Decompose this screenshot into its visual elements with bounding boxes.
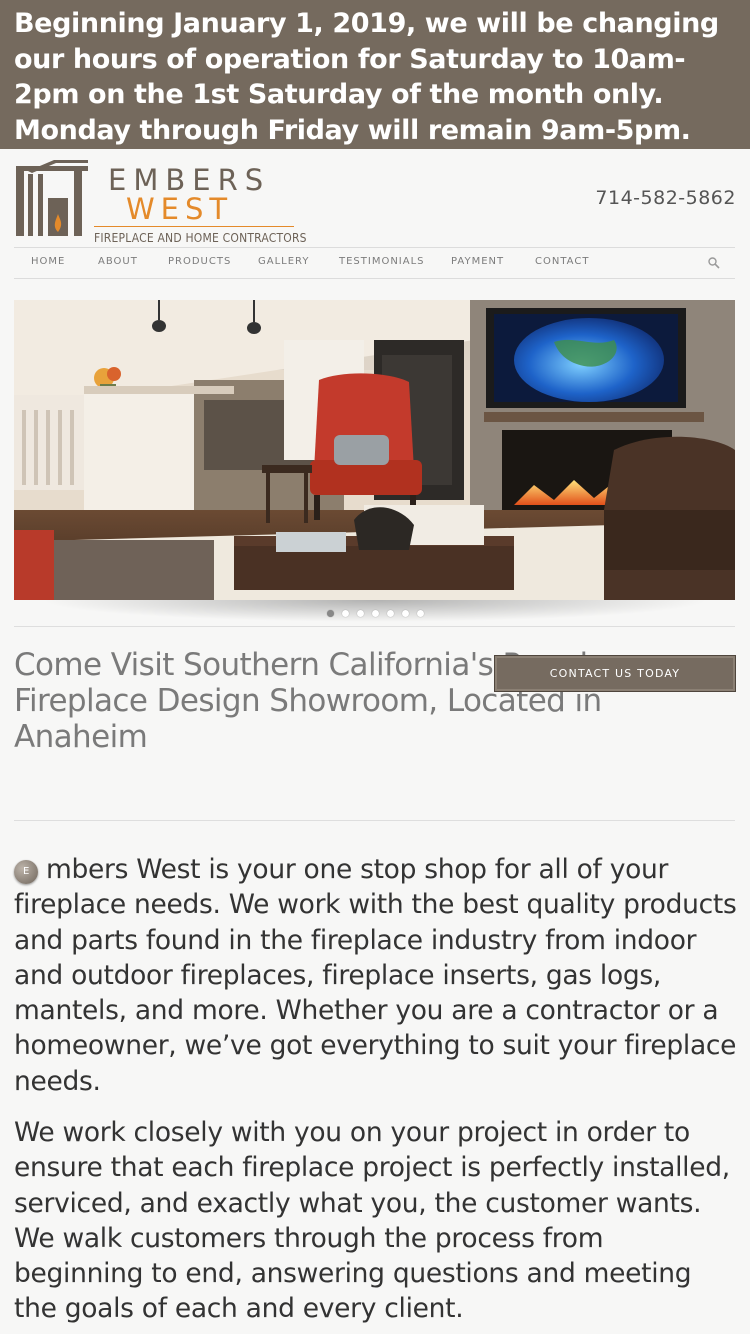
- slider-dot[interactable]: [402, 610, 409, 617]
- section-divider: [14, 626, 735, 627]
- slider-dot[interactable]: [387, 610, 394, 617]
- logo-rule: [94, 226, 294, 227]
- hero-image: [14, 300, 735, 600]
- nav-item-home[interactable]: HOME: [31, 256, 65, 267]
- intro-paragraph-text: mbers West is your one stop shop for all…: [14, 854, 737, 1097]
- phone-number[interactable]: 714-582-5862: [595, 187, 736, 209]
- hero-slider[interactable]: [14, 300, 735, 600]
- slider-dot[interactable]: [417, 610, 424, 617]
- announcement-banner: Beginning January 1, 2019, we will be ch…: [0, 0, 750, 149]
- intro-paragraph: Embers West is your one stop shop for al…: [14, 852, 738, 1099]
- nav-item-about[interactable]: ABOUT: [98, 256, 138, 267]
- site-logo[interactable]: EMBERS WEST FIREPLACE AND HOME CONTRACTO…: [14, 160, 307, 245]
- main-nav: HOME ABOUT PRODUCTS GALLERY TESTIMONIALS…: [14, 247, 735, 279]
- slider-dot[interactable]: [327, 610, 334, 617]
- nav-item-gallery[interactable]: GALLERY: [258, 256, 309, 267]
- slider-dot[interactable]: [357, 610, 364, 617]
- logo-mark-icon: [16, 160, 88, 236]
- logo-wordmark-embers: EMBERS: [108, 163, 271, 197]
- nav-item-testimonials[interactable]: TESTIMONIALS: [339, 256, 425, 267]
- contact-us-button[interactable]: CONTACT US TODAY: [494, 655, 736, 692]
- site-header: EMBERS WEST FIREPLACE AND HOME CONTRACTO…: [0, 149, 750, 247]
- logo-tagline: FIREPLACE AND HOME CONTRACTORS: [94, 231, 307, 245]
- dropcap-badge: E: [14, 860, 38, 884]
- announcement-text: Beginning January 1, 2019, we will be ch…: [14, 8, 719, 146]
- slider-dot[interactable]: [372, 610, 379, 617]
- section-divider: [14, 820, 735, 821]
- process-paragraph: We work closely with you on your project…: [14, 1117, 730, 1325]
- nav-item-contact[interactable]: CONTACT: [535, 256, 589, 267]
- slider-dot[interactable]: [342, 610, 349, 617]
- nav-item-payment[interactable]: PAYMENT: [451, 256, 504, 267]
- nav-item-products[interactable]: PRODUCTS: [168, 256, 231, 267]
- logo-wordmark-west: WEST: [126, 192, 234, 226]
- search-icon[interactable]: [707, 256, 721, 270]
